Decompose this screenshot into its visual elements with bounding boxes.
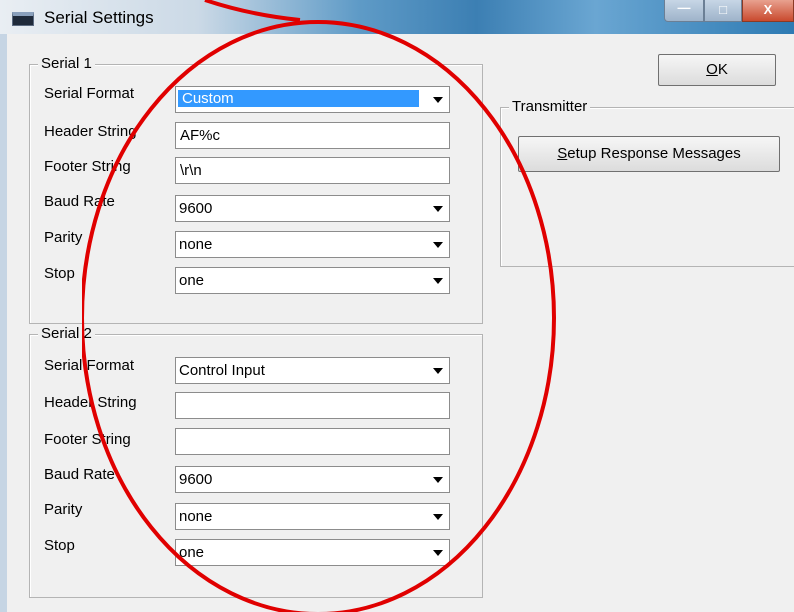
- app-icon: [12, 12, 34, 26]
- setup-label: etup Response Messages: [567, 145, 741, 162]
- serial2-stop-label: Stop: [44, 537, 75, 554]
- annotation-ellipse-shape: [82, 20, 556, 612]
- maximize-button[interactable]: □: [704, 0, 742, 22]
- ok-mnemonic: O: [706, 61, 718, 78]
- ok-button[interactable]: OK: [658, 54, 776, 86]
- annotation-ellipse: [82, 20, 556, 612]
- ok-label: K: [717, 61, 728, 78]
- serial1-parity-label: Parity: [44, 229, 83, 246]
- serial1-stop-label: Stop: [44, 265, 75, 282]
- serial2-parity-label: Parity: [44, 501, 83, 518]
- close-button[interactable]: X: [742, 0, 794, 22]
- minimize-button[interactable]: —: [664, 0, 704, 22]
- close-icon: X: [763, 2, 773, 17]
- maximize-icon: □: [719, 2, 727, 17]
- minimize-icon: —: [677, 0, 691, 15]
